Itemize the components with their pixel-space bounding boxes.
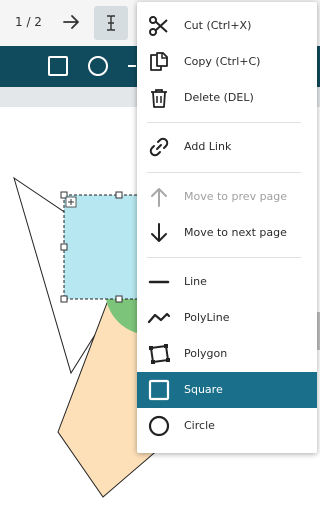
menu-item-label: Circle [184, 419, 215, 432]
circle-icon [147, 414, 171, 438]
polyline-icon [147, 306, 171, 330]
menu-item-cut[interactable]: Cut (Ctrl+X) [137, 8, 317, 44]
menu-item-line[interactable]: Line [137, 264, 317, 300]
menu-item-label: Cut (Ctrl+X) [184, 19, 252, 32]
menu-item-label: PolyLine [184, 311, 230, 324]
link-icon [147, 135, 171, 159]
menu-item-label: Move to next page [184, 226, 287, 239]
line-icon[interactable] [122, 54, 136, 78]
trash-icon [147, 86, 171, 110]
menu-item-circle[interactable]: Circle [137, 408, 317, 444]
menu-item-label: Copy (Ctrl+C) [184, 55, 261, 68]
menu-item-move-next-page[interactable]: Move to next page [137, 215, 317, 251]
menu-item-polyline[interactable]: PolyLine [137, 300, 317, 336]
arrow-up-icon [147, 185, 171, 209]
text-tool-button[interactable] [94, 6, 128, 40]
page-indicator: 1 / 2 [15, 15, 42, 29]
menu-separator [147, 172, 301, 173]
polygon-icon [147, 342, 171, 366]
line-icon [147, 270, 171, 294]
circle-icon[interactable] [86, 54, 110, 78]
context-menu: Cut (Ctrl+X) Copy (Ctrl+C) Delete (DEL) … [137, 2, 317, 453]
menu-item-label: Delete (DEL) [184, 91, 254, 104]
square-icon [147, 378, 171, 402]
menu-separator [147, 257, 301, 258]
menu-item-move-prev-page[interactable]: Move to prev page [137, 179, 317, 215]
move-handle-icon [65, 196, 77, 208]
copy-icon [147, 50, 171, 74]
scissors-icon [147, 14, 171, 38]
menu-item-copy[interactable]: Copy (Ctrl+C) [137, 44, 317, 80]
arrow-down-icon [147, 221, 171, 245]
menu-item-label: Line [184, 275, 207, 288]
menu-item-label: Move to prev page [184, 190, 288, 203]
menu-item-label: Square [184, 383, 223, 396]
square-icon[interactable] [46, 54, 70, 78]
menu-item-label: Polygon [184, 347, 228, 360]
menu-item-square[interactable]: Square [137, 372, 317, 408]
arrow-right-icon[interactable] [60, 11, 82, 33]
menu-item-polygon[interactable]: Polygon [137, 336, 317, 372]
menu-separator [147, 122, 301, 123]
menu-item-label: Add Link [184, 140, 232, 153]
menu-item-add-link[interactable]: Add Link [137, 129, 317, 165]
text-cursor-icon [107, 15, 115, 31]
menu-item-delete[interactable]: Delete (DEL) [137, 80, 317, 116]
